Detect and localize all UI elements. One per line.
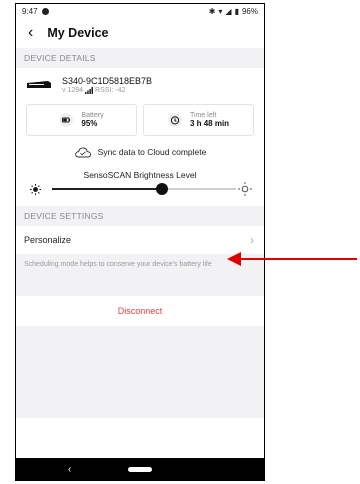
nav-home-icon[interactable] [128, 466, 152, 472]
time-left-value: 3 h 48 min [189, 119, 230, 128]
page-title: My Device [47, 26, 109, 40]
wifi-icon: ▾ [218, 6, 223, 16]
signal-strength-icon [85, 87, 94, 94]
bluetooth-icon: ✱ [208, 6, 216, 16]
sync-status: Sync data to Cloud complete [16, 138, 264, 166]
android-nav-bar: ‹ [16, 458, 264, 480]
brightness-thumb[interactable] [156, 183, 169, 195]
personalize-label: Personalize [24, 235, 72, 245]
signal-icon: ◢ [225, 6, 232, 16]
phone-screen: 9:47 ✱ ▾ ◢ ▮ 96% ‹ My Device DEVICE DETA… [15, 3, 265, 481]
brightness-track-filled [52, 188, 163, 190]
status-bar: 9:47 ✱ ▾ ◢ ▮ 96% [16, 4, 264, 18]
status-time: 9:47 [22, 6, 38, 16]
device-meta: v 1294 RSSI: -42 [62, 87, 152, 94]
chevron-right-icon: › [250, 233, 254, 247]
device-version: v 1294 [62, 87, 84, 94]
brightness-label: SensoSCAN Brightness Level [83, 170, 197, 180]
stat-cards: Battery 95% Time left 3 h 48 min [16, 102, 264, 136]
device-settings-header: DEVICE SETTINGS [16, 206, 264, 226]
device-info: S340-9C1D5818EB7B v 1294 RSSI: -42 [16, 68, 264, 102]
sun-icon [30, 184, 41, 195]
battery-label: Battery [81, 112, 104, 119]
battery-card: Battery 95% [26, 104, 137, 136]
device-details-header: DEVICE DETAILS [16, 48, 264, 68]
scanner-icon [27, 81, 51, 88]
battery-status-icon: ▮ [234, 6, 239, 16]
battery-icon [59, 113, 74, 127]
sun-icon-large [238, 182, 252, 196]
back-icon[interactable]: ‹ [28, 25, 33, 41]
personalize-row[interactable]: Personalize › [16, 226, 264, 254]
brightness-slider[interactable] [16, 180, 264, 198]
device-name: S340-9C1D5818EB7B [62, 76, 153, 86]
disconnect-button[interactable]: Disconnect [16, 296, 264, 326]
device-rssi: RSSI: -42 [95, 87, 126, 94]
status-battery: 96% [241, 6, 258, 16]
app-header: ‹ My Device [16, 18, 264, 48]
brightness-track-empty [162, 188, 236, 190]
battery-value: 95% [81, 119, 98, 128]
time-left-label: Time left [189, 112, 217, 119]
timer-icon [167, 113, 182, 127]
time-left-card: Time left 3 h 48 min [143, 104, 254, 136]
nav-back-icon[interactable]: ‹ [68, 464, 71, 475]
empty-area [16, 326, 264, 418]
annotation-arrow-icon [227, 252, 357, 266]
notification-icon [41, 7, 49, 15]
cloud-check-icon [74, 147, 91, 158]
sync-status-text: Sync data to Cloud complete [97, 147, 207, 157]
